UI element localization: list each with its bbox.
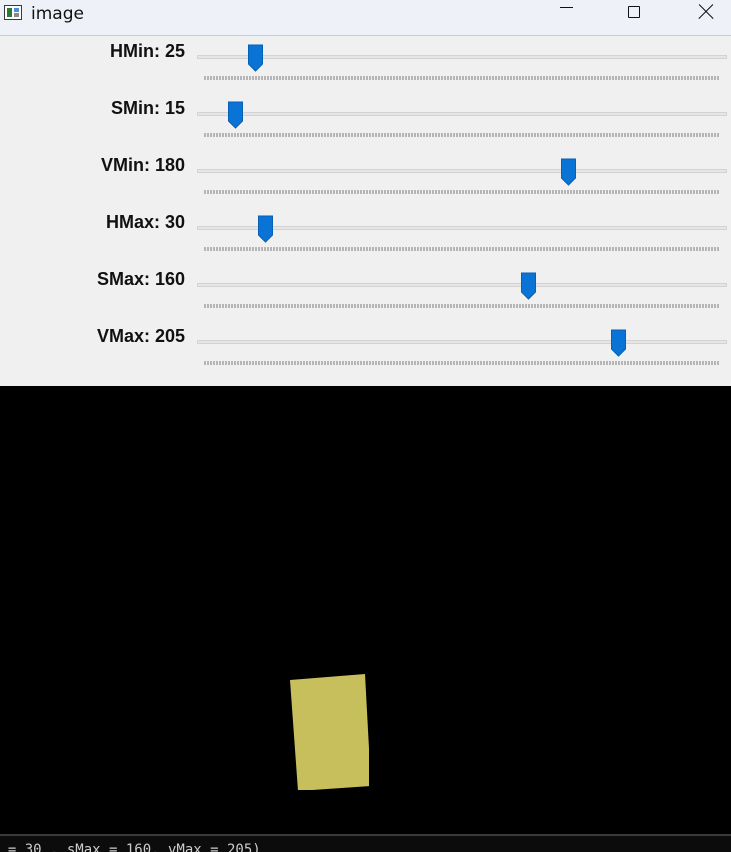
trackbar-thumb[interactable] — [611, 329, 627, 357]
trackbar-vmax: VMax: 205 — [0, 321, 731, 378]
console-line: x = 30 , sMax = 160, vMax = 205) — [0, 842, 261, 852]
trackbar-label: HMax: 30 — [105, 212, 185, 232]
trackbar-hmin: HMin: 25 — [0, 36, 731, 93]
trackbar-panel: HMin: 25 SMin: 15 VMin: 180 HMax: 30 SMa… — [0, 36, 731, 386]
trackbar-label: SMax: 160 — [96, 269, 185, 289]
minimize-button[interactable] — [544, 0, 589, 28]
trackbar-label: HMin: 25 — [109, 41, 185, 61]
maximize-button[interactable] — [611, 0, 656, 28]
trackbar-ticks — [204, 247, 720, 251]
trackbar-label: VMax: 205 — [96, 326, 185, 346]
opencv-window: image HMin: 25 SMin: 15 VMin: 180 HMax: … — [0, 0, 731, 852]
trackbar-smax: SMax: 160 — [0, 264, 731, 321]
trackbar-hmax: HMax: 30 — [0, 207, 731, 264]
trackbar-ticks — [204, 361, 720, 365]
title-bar[interactable]: image — [0, 0, 731, 36]
close-icon — [697, 3, 715, 21]
window-title: image — [31, 4, 84, 24]
trackbar-ticks — [204, 304, 720, 308]
trackbar-label: SMin: 15 — [110, 98, 185, 118]
trackbar-ticks — [204, 76, 720, 80]
trackbar-thumb[interactable] — [228, 101, 244, 129]
trackbar-vmin: VMin: 180 — [0, 150, 731, 207]
app-icon — [4, 5, 22, 20]
trackbar-track[interactable] — [197, 340, 727, 344]
maximize-icon — [627, 6, 640, 18]
detected-object — [290, 674, 369, 790]
close-button[interactable] — [683, 0, 728, 28]
trackbar-track[interactable] — [197, 169, 727, 173]
trackbar-thumb[interactable] — [248, 44, 264, 72]
trackbar-track[interactable] — [197, 112, 727, 116]
trackbar-ticks — [204, 133, 720, 137]
trackbar-track[interactable] — [197, 55, 727, 59]
trackbar-track[interactable] — [197, 283, 727, 287]
minimize-icon — [560, 6, 573, 8]
trackbar-ticks — [204, 190, 720, 194]
trackbar-track[interactable] — [197, 226, 727, 230]
trackbar-label: VMin: 180 — [100, 155, 185, 175]
trackbar-thumb[interactable] — [258, 215, 274, 243]
trackbar-smin: SMin: 15 — [0, 93, 731, 150]
mask-output-image — [0, 386, 731, 834]
trackbar-thumb[interactable] — [560, 158, 576, 186]
trackbar-thumb[interactable] — [520, 272, 536, 300]
console-strip: x = 30 , sMax = 160, vMax = 205) — [0, 834, 731, 852]
